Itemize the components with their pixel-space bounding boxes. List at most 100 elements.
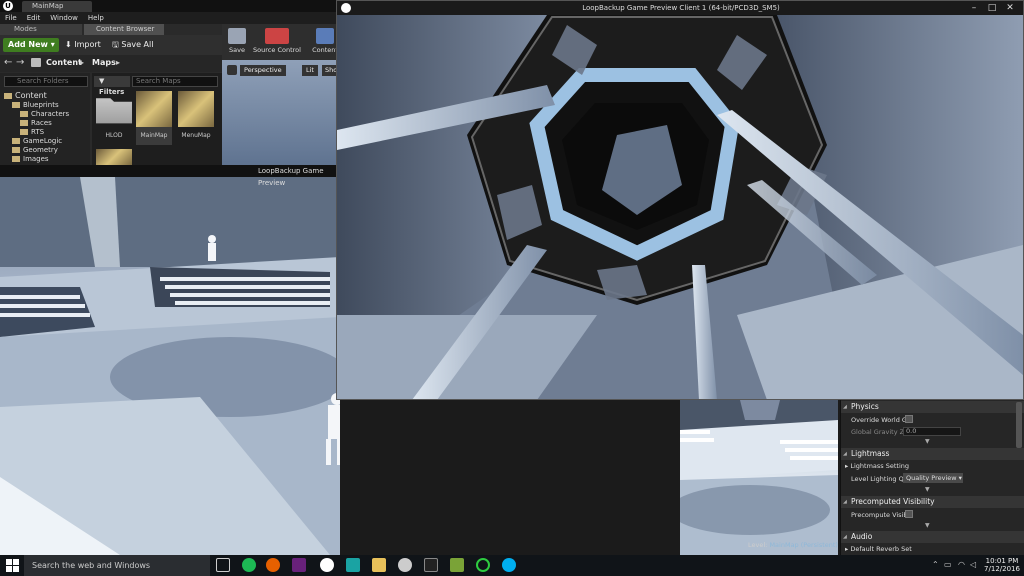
global-gravity-input[interactable]: 0.0 [903,427,961,436]
folder-search-input[interactable]: Search Folders [4,76,88,87]
app-icon-3[interactable] [346,558,360,572]
add-new-button[interactable]: Add New ▾ [3,38,59,52]
taskbar-search-input[interactable]: Search the web and Windows [24,555,210,576]
task-view-icon[interactable] [216,558,230,572]
details-scrollbar[interactable] [1016,402,1022,448]
game-scene-3 [680,400,838,555]
folder-icon [20,111,28,117]
tree-item-blueprints[interactable]: Blueprints [12,101,59,109]
menu-help[interactable]: Help [88,12,104,24]
tree-item-races[interactable]: Races [20,119,52,127]
folder-icon [12,156,20,162]
save-button[interactable]: Save [226,26,248,58]
section-audio[interactable]: Audio [841,531,1024,543]
tree-item-label: RTS [31,128,45,136]
lit-button[interactable]: Lit [302,65,318,76]
folder-icon [12,147,20,153]
tab-modes[interactable]: Modes [0,24,82,35]
import-icon: ⬇ [65,40,75,49]
default-reverb-row[interactable]: ▸ Default Reverb Set [845,545,912,553]
tray-up-arrow-icon[interactable]: ⌃ [932,560,939,569]
map-icon [178,91,214,127]
tree-item-gamelogic[interactable]: GameLogic [12,137,62,145]
app-icon-android[interactable] [450,558,464,572]
game-preview-window-1[interactable]: LoopBackup Game Preview Client 1 (64-bit… [336,0,1024,400]
default-reverb-label: Default Reverb Set [850,545,912,553]
network-icon[interactable]: ◠ [958,560,965,569]
tree-item-label: Blueprints [23,101,59,109]
folder-icon[interactable] [31,58,41,67]
content-button[interactable]: Content [312,26,338,58]
chevron-right-icon[interactable]: ▸ [80,58,84,67]
spotify-icon[interactable] [242,558,256,572]
skype-icon[interactable] [502,558,516,572]
clock-time: 10:01 PM [985,557,1019,565]
unreal-engine-icon[interactable] [320,558,334,572]
tab-content-browser[interactable]: Content Browser [84,24,164,35]
override-world-gravity-checkbox[interactable] [905,415,913,423]
visual-studio-icon[interactable] [292,558,306,572]
menu-edit[interactable]: Edit [27,12,41,24]
settings-gear-icon[interactable] [398,558,412,572]
volume-icon[interactable]: ◁ [970,560,976,569]
asset-tile-partial[interactable] [96,149,132,165]
tree-item-label: GameLogic [23,137,63,145]
xbox-icon[interactable] [476,558,490,572]
asset-search-input[interactable]: Search Maps [132,76,218,87]
chevron-right-icon[interactable]: ▸ [116,58,120,67]
section-lightmass[interactable]: Lightmass [841,448,1024,460]
tree-item-characters[interactable]: Characters [20,110,69,118]
tree-item-geometry[interactable]: Geometry [12,146,58,154]
save-all-button[interactable]: 🖫 Save All [112,38,153,52]
section-physics[interactable]: Physics [841,401,1024,413]
save-label: Save [229,46,245,54]
unreal-logo-icon [341,3,351,13]
folder-icon [4,92,12,99]
firefox-icon[interactable] [266,558,280,572]
chevron-down-icon[interactable]: ▼ [925,522,930,529]
level-editor-toolbar: Save Source Control Content [222,24,340,60]
tree-item-content[interactable]: Content [4,91,47,100]
tree-item-label: Geometry [23,146,58,154]
game-scene-1 [337,15,1023,399]
chevron-down-icon[interactable]: ▼ [925,438,930,445]
back-arrow-icon[interactable]: ← [4,57,12,68]
chevron-down-icon[interactable]: ▼ [925,486,930,493]
system-clock[interactable]: 10:01 PM 7/12/2016 [980,557,1024,573]
import-button[interactable]: ⬇ Import [65,38,101,52]
folder-tree-panel: Search Folders Content Blueprints Charac… [0,73,90,165]
file-explorer-icon[interactable] [372,558,386,572]
tree-item-images[interactable]: Images [12,155,49,163]
breadcrumb-content[interactable]: Content [46,58,82,67]
game-preview-window-2[interactable]: LoopBackup Game Preview [0,165,340,555]
asset-tile-menumap[interactable]: MenuMap [178,91,214,145]
breadcrumb-maps[interactable]: Maps [92,58,116,67]
viewport-menu-icon[interactable] [227,65,237,75]
source-control-button[interactable]: Source Control [252,26,302,58]
folder-icon [20,120,28,126]
precompute-visibility-checkbox[interactable] [905,510,913,518]
epic-games-icon[interactable] [424,558,438,572]
minimize-icon[interactable]: – [967,2,981,14]
asset-tile-hlod[interactable]: HLOD [96,91,132,145]
tree-item-rts[interactable]: RTS [20,128,44,136]
filters-button[interactable]: ▼ Filters [94,76,130,96]
forward-arrow-icon[interactable]: → [16,57,24,68]
menu-window[interactable]: Window [50,12,78,24]
lightmass-settings-row[interactable]: ▸ Lightmass Setting [845,462,909,470]
battery-icon[interactable]: ▭ [944,560,952,569]
asset-view-panel: ▼ Filters Search Maps HLOD MainMap MenuM… [92,73,222,165]
level-viewport-2[interactable]: Level: MainMap (Persistent) [680,400,838,555]
section-precomputed-visibility[interactable]: Precomputed Visibility [841,496,1024,508]
windows-start-icon[interactable] [6,559,20,572]
level-viewport[interactable]: Perspective Lit Sho [222,60,341,165]
folder-icon [96,98,132,124]
perspective-button[interactable]: Perspective [240,65,286,76]
windows-taskbar: Search the web and Windows ⌃ ▭ ◠ ◁ 10:01… [0,555,1024,576]
close-icon[interactable]: ✕ [1003,2,1017,14]
asset-tile-mainmap[interactable]: MainMap [136,91,172,145]
menu-file[interactable]: File [5,12,17,24]
level-lighting-quality-select[interactable]: Quality Preview ▾ [903,473,963,483]
level-tab-mainmap[interactable]: MainMap [22,1,92,12]
maximize-icon[interactable]: □ [985,2,999,14]
